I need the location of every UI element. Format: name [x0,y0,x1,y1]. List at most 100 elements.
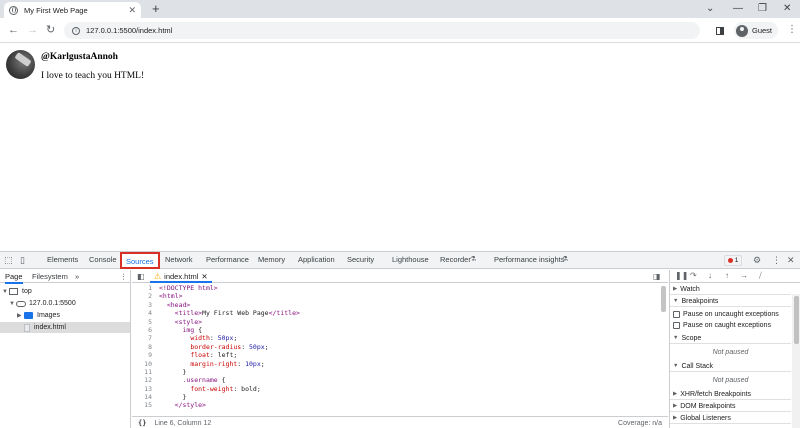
profile-button[interactable]: Guest [734,22,778,39]
pretty-print-button[interactable]: {} [138,419,146,427]
settings-gear-icon[interactable]: ⚙ [753,255,761,265]
restore-button[interactable]: ❐ [758,2,767,16]
editor-scrollbar[interactable] [661,286,666,312]
address-bar[interactable]: i 127.0.0.1:5500/index.html [64,22,700,39]
code-line: </style> [174,401,206,410]
editor-tab-label: index.html [164,272,199,281]
close-devtools-icon[interactable]: ✕ [787,255,795,265]
editor-tab-index-html[interactable]: ⚠ index.html ✕ [150,270,212,283]
debugger-sidebar: ❚❚ ↷ ↓ ↑ → ⧸ ▶ Watch ▼ Breakpoints Pause o… [669,270,800,428]
code-line: <title>My First Web Page</title> [174,309,300,318]
debugger-scrollbar[interactable] [792,294,800,428]
toggle-navigator-icon[interactable]: ◧ [137,272,145,282]
section-watch[interactable]: ▶ Watch [670,284,791,295]
step-over-icon[interactable]: ↷ [690,271,697,280]
more-tabs-chevron-icon[interactable]: » [75,272,79,281]
line-number: 9 [148,351,152,360]
minimize-button[interactable]: — [733,2,743,16]
section-label: Watch [680,285,700,293]
code-line: <style> [174,317,203,326]
inspect-icon[interactable]: ⬚ [4,255,13,265]
tab-performance[interactable]: Performance [206,255,249,264]
tree-item-top[interactable]: ▼ top [0,286,130,297]
browser-tab[interactable]: My First Web Page ✕ [4,2,141,18]
line-number: 12 [144,376,152,385]
tab-application[interactable]: Application [298,255,335,264]
navigator-tab-filesystem[interactable]: Filesystem [32,272,68,281]
page-viewport: @KarlgustaAnnoh I love to teach you HTML… [0,44,800,251]
flask-icon: ⚗ [562,256,569,263]
section-global-listeners[interactable]: ▶ Global Listeners [670,413,791,424]
section-breakpoints[interactable]: ▼ Breakpoints [670,296,791,307]
error-count-badge[interactable]: 1 [724,255,742,266]
line-number: 13 [144,384,152,393]
step-into-icon[interactable]: ↓ [708,271,712,280]
error-icon [727,258,733,263]
tab-sources[interactable]: Sources [120,252,160,269]
close-editor-tab-icon[interactable]: ✕ [201,272,207,281]
tab-performance-insights[interactable]: Performance insights [494,255,564,264]
tab-memory[interactable]: Memory [258,255,285,264]
tree-item-images[interactable]: ▶ Images [0,310,130,321]
line-number: 5 [148,317,152,326]
side-panel-icon[interactable] [716,27,724,35]
tab-security[interactable]: Security [347,255,374,264]
step-icon[interactable]: → [740,271,748,280]
reload-button[interactable]: ↻ [46,23,55,37]
close-window-button[interactable]: ✕ [783,2,791,16]
line-number: 15 [144,401,152,410]
tree-item-index-html[interactable]: index.html [0,322,130,333]
flask-icon: ⚗ [470,256,477,263]
section-label: Scope [681,334,702,342]
pause-icon[interactable]: ❚❚ [675,271,688,280]
device-toolbar-icon[interactable]: ▯ [20,255,25,265]
tab-elements[interactable]: Elements [47,255,78,264]
checkbox-icon [673,322,680,329]
tab-search-icon[interactable]: ⌄ [706,2,714,16]
tree-label: top [22,288,32,295]
folder-icon [24,312,33,319]
tree-label: 127.0.0.1:5500 [29,300,76,307]
more-menu-icon[interactable]: ⋮ [787,25,797,35]
pause-uncaught-checkbox[interactable]: Pause on uncaught exceptions [673,311,779,318]
expand-caret-icon: ▼ [9,300,15,307]
tab-console[interactable]: Console [89,255,117,264]
forward-button[interactable]: → [27,23,38,37]
pause-caught-checkbox[interactable]: Pause on caught exceptions [673,322,771,329]
code-line: margin-right: 10px; [190,359,265,368]
expand-caret-icon: ▼ [2,288,8,295]
code-area[interactable]: 1 2 3 4 5 6 7 8 9 10 11 12 13 14 15 <!DO… [132,284,668,416]
frame-icon [9,288,18,295]
navigator-pane: Page Filesystem » ⋮ ▼ top ▼ 127.0.0.1:55… [0,270,131,428]
code-line: <head> [166,300,191,309]
expand-caret-icon: ▼ [673,298,679,304]
section-xhr-breakpoints[interactable]: ▶ XHR/fetch Breakpoints [670,389,791,400]
section-call-stack[interactable]: ▼ Call Stack [670,361,791,372]
step-out-icon[interactable]: ↑ [725,271,729,280]
globe-icon [9,5,18,15]
new-tab-button[interactable]: + [152,2,160,16]
line-number: 6 [148,325,152,334]
line-number-gutter: 1 2 3 4 5 6 7 8 9 10 11 12 13 14 15 [132,284,156,410]
line-number: 4 [148,309,152,318]
profile-picture [6,50,35,79]
back-button[interactable]: ← [8,23,19,37]
section-dom-breakpoints[interactable]: ▶ DOM Breakpoints [670,401,791,412]
site-info-icon[interactable]: i [72,26,80,35]
navigator-tab-page[interactable]: Page [5,272,23,284]
devtools-tab-bar: ⬚ ▯ Elements Console Sources Network Per… [0,252,800,269]
tab-network[interactable]: Network [165,255,193,264]
line-number: 3 [148,300,152,309]
tab-recorder[interactable]: Recorder [440,255,471,264]
tree-item-origin[interactable]: ▼ 127.0.0.1:5500 [0,298,130,309]
deactivate-breakpoints-icon[interactable]: ⧸ [759,271,762,281]
editor-tab-bar: ◧ ⚠ index.html ✕ ◨ [132,270,668,283]
customize-menu-icon[interactable]: ⋮ [772,255,781,265]
tab-lighthouse[interactable]: Lighthouse [392,255,429,264]
toggle-debugger-icon[interactable]: ◨ [653,272,661,282]
line-number: 7 [148,334,152,343]
source-editor: ◧ ⚠ index.html ✕ ◨ 1 2 3 4 5 6 7 8 9 10 … [132,270,668,428]
navigator-menu-icon[interactable]: ⋮ [120,272,128,281]
close-tab-icon[interactable]: ✕ [128,5,136,16]
section-scope[interactable]: ▼ Scope [670,333,791,344]
